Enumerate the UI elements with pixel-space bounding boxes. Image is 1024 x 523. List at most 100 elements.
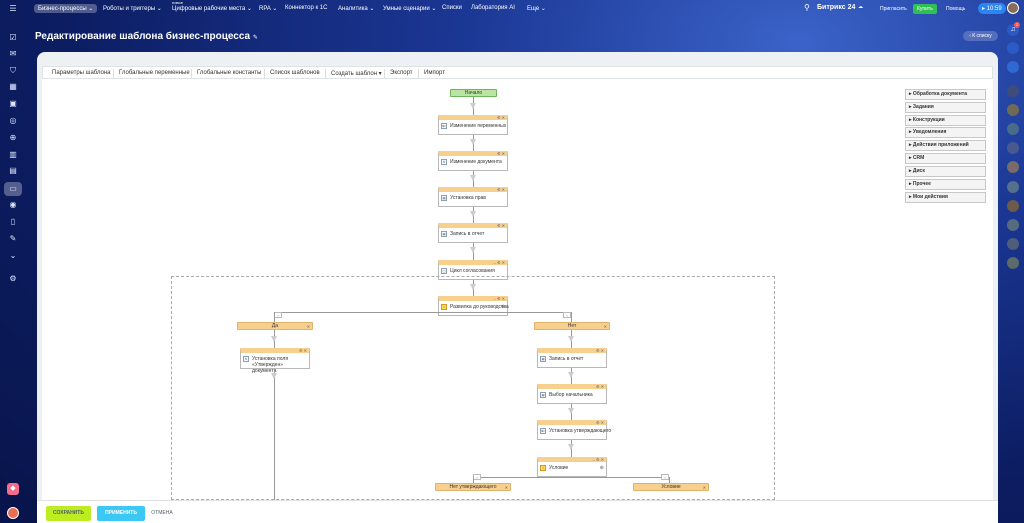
palette-disk[interactable]: ▸ Диск bbox=[905, 166, 986, 177]
help-button[interactable]: Помощь bbox=[946, 6, 965, 12]
activity-block[interactable]: ⚙ ✕ ✎ Установка поля «Утвержден» докумен… bbox=[240, 348, 310, 374]
tasks-icon[interactable]: ☑ bbox=[8, 33, 18, 43]
condition-block[interactable]: – ⚙ ✕ ! Развилка до руководства ⊕ bbox=[438, 296, 509, 316]
block-controls[interactable]: – ⚙ ✕ bbox=[494, 260, 505, 265]
activity-block[interactable]: ⚙ ✕ ✎ Изменение документа bbox=[438, 151, 508, 171]
palette-tasks[interactable]: ▸ Задания bbox=[905, 102, 986, 113]
close-icon[interactable]: ✕ bbox=[604, 323, 607, 330]
company-icon[interactable]: ◉ bbox=[8, 200, 18, 210]
menu-icon[interactable]: ☰ bbox=[8, 4, 18, 14]
shop-icon[interactable]: ⊕ bbox=[8, 133, 18, 143]
block-controls[interactable]: – ⚙ ✕ bbox=[494, 296, 505, 301]
app-icon[interactable]: ◆ bbox=[7, 483, 19, 495]
search-icon[interactable]: ⚲ bbox=[804, 3, 810, 12]
branch-left-tab[interactable]: › bbox=[473, 474, 481, 480]
block-controls[interactable]: ⚙ ✕ bbox=[497, 151, 505, 156]
branch-left-tab[interactable]: › bbox=[274, 312, 282, 318]
chart-icon[interactable]: ▤ bbox=[8, 166, 18, 176]
palette-notifications[interactable]: ▸ Уведомления bbox=[905, 127, 986, 138]
chat-icon-2[interactable] bbox=[1007, 104, 1019, 116]
tool-global-constants[interactable]: Глобальные константы bbox=[197, 70, 261, 76]
activity-block[interactable]: ⚙ ✕ $= Установка утверждающего bbox=[537, 420, 611, 440]
clock[interactable]: ▸ 10:59 bbox=[978, 3, 1006, 14]
close-icon[interactable]: ✕ bbox=[307, 323, 310, 330]
filter-icon[interactable]: ⛉ bbox=[8, 66, 18, 76]
assistant-icon[interactable] bbox=[7, 507, 19, 519]
docs-icon[interactable]: ▯ bbox=[8, 217, 18, 227]
crm-icon[interactable]: ◎ bbox=[8, 116, 18, 126]
more-icon[interactable]: ⌄ bbox=[8, 251, 18, 261]
activity-block[interactable]: ⚙ ✕ ▤ Установка прав bbox=[438, 187, 508, 207]
palette-my-actions[interactable]: ▸ Мои действия bbox=[905, 192, 986, 203]
chat-icon-10[interactable] bbox=[1007, 257, 1019, 269]
activity-block[interactable]: ⚙ ✕ ▤ Запись в отчет bbox=[438, 223, 508, 243]
chat-icon-8[interactable] bbox=[1007, 219, 1019, 231]
activity-block[interactable]: ⚙ ✕ ▤ Выбор начальника bbox=[537, 384, 607, 404]
tool-template-params[interactable]: Параметры шаблона bbox=[52, 70, 111, 76]
back-to-list-button[interactable]: ‹ К списку bbox=[963, 31, 998, 41]
block-controls[interactable]: ⚙ ✕ bbox=[596, 384, 604, 389]
feed-icon[interactable]: ✉ bbox=[8, 49, 18, 59]
sign-icon[interactable]: ✎ bbox=[8, 234, 18, 244]
invite-button[interactable]: Пригласить bbox=[880, 6, 907, 12]
tool-import[interactable]: Импорт bbox=[424, 70, 445, 76]
calendar-icon[interactable]: ▦ bbox=[8, 82, 18, 92]
menu-lists[interactable]: Списки bbox=[442, 5, 462, 11]
chat-icon-6[interactable] bbox=[1007, 181, 1019, 193]
briefcase-icon[interactable]: ▣ bbox=[8, 99, 18, 109]
block-controls[interactable]: ⚙ ✕ bbox=[299, 348, 307, 353]
menu-more[interactable]: Еще ⌄ bbox=[527, 5, 546, 12]
menu-business-processes[interactable]: Бизнес-процессы ⌄ bbox=[34, 4, 98, 13]
palette-other[interactable]: ▸ Прочее bbox=[905, 179, 986, 190]
chat-icon-4[interactable] bbox=[1007, 142, 1019, 154]
chat-icon-7[interactable] bbox=[1007, 200, 1019, 212]
menu-1c[interactable]: Коннектор к 1С bbox=[285, 5, 327, 11]
palette-constructions[interactable]: ▸ Конструкции bbox=[905, 115, 986, 126]
branch-yes-header[interactable]: Да ✕ bbox=[237, 322, 313, 330]
activity-block[interactable]: ⚙ ✕ ▤ Запись в отчет bbox=[537, 348, 607, 368]
tool-global-variables[interactable]: Глобальные переменные bbox=[119, 70, 190, 76]
chat-icon-3[interactable] bbox=[1007, 123, 1019, 135]
block-controls[interactable]: – ⚙ ✕ bbox=[593, 457, 604, 462]
messenger-icon[interactable] bbox=[1007, 42, 1019, 54]
add-branch-icon[interactable]: ⊕ bbox=[600, 465, 604, 471]
block-controls[interactable]: ⚙ ✕ bbox=[596, 420, 604, 425]
sub-branch-right-header[interactable]: Условие ✕ bbox=[633, 483, 709, 491]
block-controls[interactable]: ⚙ ✕ bbox=[497, 223, 505, 228]
palette-crm[interactable]: ▸ CRM bbox=[905, 153, 986, 164]
menu-workplaces[interactable]: Цифровые рабочие места ⌄ bbox=[172, 5, 252, 12]
cancel-button[interactable]: ОТМЕНА bbox=[149, 506, 175, 521]
edit-title-icon[interactable]: ✎ bbox=[253, 35, 258, 41]
chat-icon-5[interactable] bbox=[1007, 161, 1019, 173]
tool-template-list[interactable]: Список шаблонов bbox=[270, 70, 320, 76]
palette-document-processing[interactable]: ▸ Обработка документа bbox=[905, 89, 986, 100]
block-controls[interactable]: ⚙ ✕ bbox=[497, 187, 505, 192]
branch-right-tab[interactable]: ‹ bbox=[563, 312, 571, 318]
close-icon[interactable]: ✕ bbox=[703, 484, 706, 491]
menu-analytics[interactable]: Аналитика ⌄ bbox=[338, 5, 374, 12]
close-icon[interactable]: ✕ bbox=[505, 484, 508, 491]
chat-icon-1[interactable] bbox=[1007, 85, 1019, 97]
settings-icon[interactable]: ⚙ bbox=[8, 274, 18, 284]
menu-robots[interactable]: Роботы и триггеры ⌄ bbox=[103, 5, 162, 12]
automation-icon[interactable]: ▭ bbox=[4, 182, 22, 196]
palette-app-actions[interactable]: ▸ Действия приложений bbox=[905, 140, 986, 151]
menu-smart-scenarios[interactable]: Умные сценарии ⌄ bbox=[383, 5, 436, 12]
block-controls[interactable]: ⚙ ✕ bbox=[596, 348, 604, 353]
tool-export[interactable]: Экспорт bbox=[390, 70, 413, 76]
user-avatar[interactable] bbox=[1007, 2, 1019, 14]
add-branch-icon[interactable]: ⊕ bbox=[501, 304, 505, 310]
activity-block[interactable]: ⚙ ✕ $= Изменение переменных bbox=[438, 115, 508, 135]
branch-right-tab[interactable]: ‹ bbox=[661, 474, 669, 480]
start-node[interactable]: Начало bbox=[450, 89, 497, 97]
chat-icon-9[interactable] bbox=[1007, 238, 1019, 250]
save-button[interactable]: СОХРАНИТЬ bbox=[46, 506, 91, 521]
block-controls[interactable]: ⚙ ✕ bbox=[497, 115, 505, 120]
menu-rpa[interactable]: RPA ⌄ bbox=[259, 5, 277, 12]
tool-create-template[interactable]: Создать шаблон ▾ bbox=[331, 70, 382, 77]
condition-block[interactable]: – ⚙ ✕ ! Условие ⊕ bbox=[537, 457, 607, 477]
apply-button[interactable]: ПРИМЕНИТЬ bbox=[97, 506, 145, 521]
sub-branch-left-header[interactable]: Нет утверждающего ✕ bbox=[435, 483, 511, 491]
call-icon[interactable] bbox=[1007, 61, 1019, 73]
menu-ai-lab[interactable]: Лаборатория AI bbox=[471, 5, 515, 11]
